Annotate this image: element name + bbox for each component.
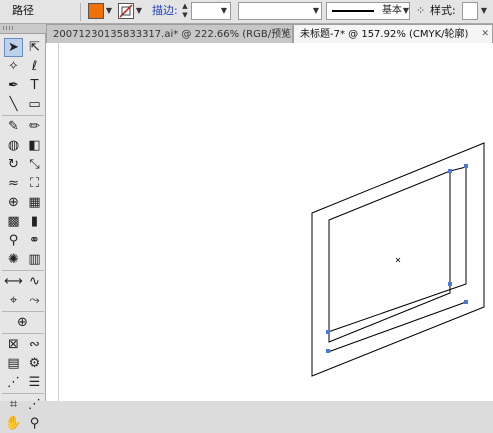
type-tool-icon[interactable]: T: [25, 76, 44, 95]
paintbrush-tool-icon[interactable]: ✎: [4, 117, 23, 136]
selected-path[interactable]: [327, 166, 467, 333]
magic-wand-tool-icon[interactable]: ✧: [4, 57, 23, 76]
zoom-tool-icon[interactable]: ⚲: [25, 414, 44, 433]
brush-preview-stroke: [332, 10, 374, 12]
expand-icon[interactable]: ⁘: [416, 3, 425, 19]
anchor-point[interactable]: [448, 282, 452, 286]
selected-path-inner[interactable]: [327, 301, 467, 353]
brush-name: 基本: [382, 5, 402, 16]
column-graph-tool-icon[interactable]: ▥: [25, 250, 44, 269]
tool-separator: [2, 333, 44, 334]
brush-dropdown[interactable]: ▼: [401, 3, 411, 19]
artwork: [311, 142, 485, 377]
tab-label: 20071230135833317.ai* @ 222.66% (RGB/预览): [53, 29, 293, 40]
tools-panel-header[interactable]: [0, 24, 46, 34]
close-icon[interactable]: ✕: [281, 25, 289, 43]
tab-label: 未标题-7* @ 157.92% (CMYK/轮廓): [300, 29, 469, 40]
perspective-grid-tool-icon[interactable]: ▦: [25, 193, 44, 212]
tab-document-1[interactable]: 20071230135833317.ai* @ 222.66% (RGB/预览)…: [46, 24, 293, 43]
stroke-color-swatch[interactable]: [118, 3, 134, 19]
gear-tool-icon[interactable]: ⚙: [25, 354, 44, 373]
blob-brush-tool-icon[interactable]: ◍: [4, 136, 23, 155]
center-point-icon: [395, 257, 401, 263]
gradient-tool-icon[interactable]: ▮: [25, 212, 44, 231]
separator: [80, 3, 81, 21]
tool-separator: [2, 311, 44, 312]
document-canvas[interactable]: [46, 43, 493, 401]
graphic-style-swatch[interactable]: [462, 2, 478, 20]
eyedropper-tool-icon[interactable]: ⚲: [4, 231, 23, 250]
rotate-tool-icon[interactable]: ↻: [4, 155, 23, 174]
pencil-tool-icon[interactable]: ✏: [25, 117, 44, 136]
style-label: 样式:: [430, 4, 456, 17]
shape-builder-tool-icon[interactable]: ⊕: [4, 193, 23, 212]
panel-grip-icon[interactable]: [3, 26, 15, 30]
tool-separator: [2, 393, 44, 394]
pen-tool-icon[interactable]: ✒: [4, 76, 23, 95]
free-transform-tool-icon[interactable]: ⛶: [25, 174, 44, 193]
rectangle-tool-icon[interactable]: ▭: [25, 95, 44, 114]
control-bar: 路径 ▼ ▼ 描边: ▲ ▼ ▼ ▼ 基本 ▼ ⁘ 样式: ▼: [0, 0, 493, 24]
fill-dropdown-arrow[interactable]: ▼: [104, 3, 114, 19]
stroke-link[interactable]: 描边:: [152, 3, 178, 19]
tools-panel: ➤ ⇱ ✧ ℓ ✒ T ╲ ▭ ✎ ✏ ◍ ◧ ↻ ⤡ ≈ ⛶ ⊕ ▦ ▩ ▮ ⚲ ⚭ ✺ ▥ ⟷ ∿ ⌖ ⤳ ⊕ ⊠ ∾ ▤ ⚙ ⋰ ☰ ⌗ ⋰ ✋ ⚲: [0, 24, 46, 431]
envelope-tool-icon[interactable]: ⊠: [4, 335, 23, 354]
list-tool-icon[interactable]: ☰: [25, 373, 44, 392]
eraser-tool-icon[interactable]: ◧: [25, 136, 44, 155]
graphic-style-dropdown[interactable]: ▼: [479, 3, 489, 19]
stroke-dropdown-arrow[interactable]: ▼: [134, 3, 144, 19]
warp-tool-icon[interactable]: ≈: [4, 174, 23, 193]
inner-frame-path[interactable]: [328, 170, 451, 343]
close-icon[interactable]: ✕: [481, 25, 489, 43]
variable-width-profile-field[interactable]: [238, 2, 322, 20]
path-label: 路径: [12, 4, 34, 17]
tool-separator: [2, 270, 44, 271]
selection-tool-icon[interactable]: ➤: [4, 38, 23, 57]
artboard-tool-icon[interactable]: ⌗: [4, 395, 23, 414]
anchor-tool-icon[interactable]: ⌖: [4, 291, 23, 310]
width-tool-icon[interactable]: ⟷: [4, 272, 23, 291]
anchor-point[interactable]: [326, 349, 330, 353]
curve-tool-icon[interactable]: ⤳: [25, 291, 44, 310]
stroke-weight-stepper[interactable]: ▲ ▼: [180, 2, 190, 20]
anchor-point[interactable]: [464, 300, 468, 304]
grid-tool-icon[interactable]: ▤: [4, 354, 23, 373]
anchor-point[interactable]: [448, 169, 452, 173]
anchor-point[interactable]: [464, 164, 468, 168]
hand-tool-icon[interactable]: ✋: [4, 414, 23, 433]
scale-tool-icon[interactable]: ⤡: [25, 155, 44, 174]
anchor-point[interactable]: [326, 330, 330, 334]
graph-tool-icon[interactable]: ⋰: [4, 373, 23, 392]
symbol-sprayer-tool-icon[interactable]: ✺: [4, 250, 23, 269]
blend-tool-icon[interactable]: ⚭: [25, 231, 44, 250]
target-tool-icon[interactable]: ⊕: [13, 313, 32, 332]
none-stroke-icon: [119, 4, 133, 18]
mesh-tool-icon[interactable]: ▩: [4, 212, 23, 231]
fill-color-swatch[interactable]: [88, 3, 104, 19]
lasso-tool-icon[interactable]: ℓ: [25, 57, 44, 76]
variable-width-dropdown[interactable]: ▼: [311, 3, 321, 19]
tool-separator: [2, 115, 44, 116]
slice-tool-icon[interactable]: ⋰: [25, 395, 44, 414]
line-segment-tool-icon[interactable]: ╲: [4, 95, 23, 114]
reshape-tool-icon[interactable]: ∿: [25, 272, 44, 291]
direct-selection-tool-icon[interactable]: ⇱: [25, 38, 44, 57]
tab-document-2[interactable]: 未标题-7* @ 157.92% (CMYK/轮廓) ✕: [293, 24, 493, 43]
stroke-weight-dropdown[interactable]: ▼: [219, 3, 229, 19]
wave-tool-icon[interactable]: ∾: [25, 335, 44, 354]
